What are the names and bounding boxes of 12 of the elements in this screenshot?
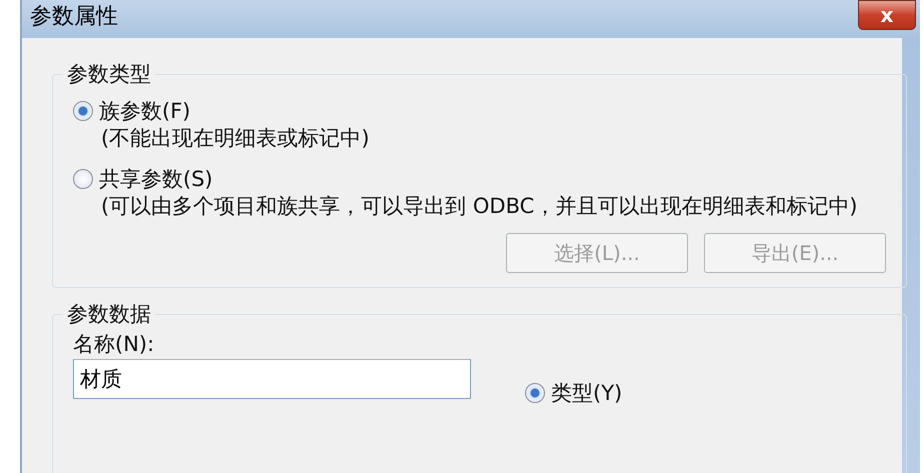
option-description: (可以由多个项目和族共享，可以导出到 ODBC，并且可以出现在明细表和标记中) xyxy=(100,193,858,219)
radio-label[interactable]: 共享参数(S) xyxy=(99,165,213,193)
field-label: 名称(N): xyxy=(73,331,156,358)
radio-label[interactable]: 类型(Y) xyxy=(551,379,622,407)
radio-button[interactable] xyxy=(73,169,93,189)
radio-label[interactable]: 族参数(F) xyxy=(99,97,190,125)
window-title: 参数属性 xyxy=(30,3,118,31)
option-description: (不能出现在明细表或标记中) xyxy=(100,125,370,151)
close-button[interactable]: x xyxy=(858,0,916,30)
name-field[interactable]: 材质 xyxy=(73,359,471,399)
radio-button[interactable] xyxy=(73,101,93,121)
radio-button[interactable] xyxy=(525,383,545,403)
